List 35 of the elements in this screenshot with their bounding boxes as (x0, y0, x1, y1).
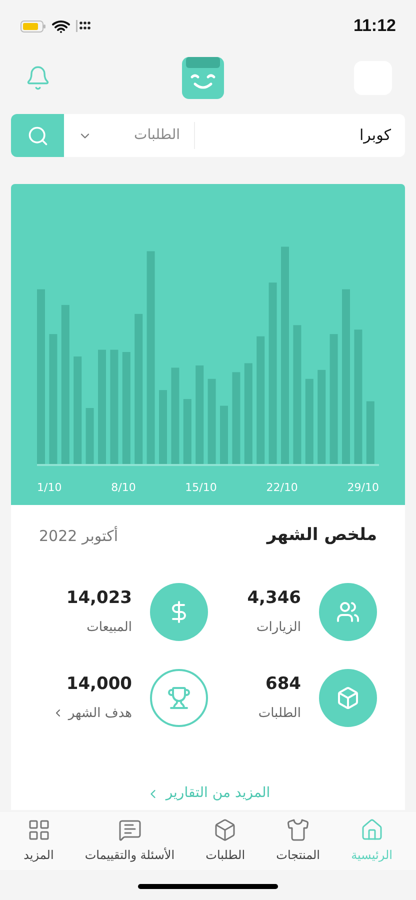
battery-icon (20, 20, 46, 32)
axis-label: 15/10 (185, 480, 217, 496)
wifi-icon (52, 20, 70, 32)
stat-value: 684 (266, 673, 301, 696)
axis-label: 29/10 (347, 480, 379, 496)
summary-period: أكتوبر 2022 (39, 525, 118, 547)
tab[interactable]: المنتجات (276, 818, 320, 864)
bell-icon (25, 65, 51, 91)
status-time: 11:12 (353, 15, 396, 38)
stat-value: 14,023 (66, 587, 132, 610)
grid-icon (26, 818, 51, 842)
stat-label: الطلبات (258, 704, 301, 722)
goal-link[interactable]: هدف الشهر (52, 704, 132, 723)
search-icon (26, 124, 48, 146)
stat-value: 4,346 (247, 587, 301, 610)
axis-label: 22/10 (266, 480, 298, 496)
axis-label: 8/10 (111, 480, 136, 496)
axis-label: 1/10 (37, 480, 62, 496)
logo-icon (182, 57, 224, 99)
home-icon (360, 818, 384, 842)
trophy-icon (150, 668, 208, 726)
tab[interactable]: الأسئلة والتقييمات (84, 818, 175, 864)
box-icon (213, 818, 238, 842)
stat-value: 14,000 (66, 673, 132, 696)
shirt-icon (286, 818, 310, 842)
scope-dropdown[interactable]: الطلبات (64, 114, 194, 157)
stat-label: الزيارات (256, 618, 301, 636)
search-field[interactable]: كوبرا (195, 114, 405, 157)
tab[interactable]: الطلبات (206, 818, 246, 864)
summary-title: ملخص الشهر (266, 524, 377, 547)
stat-label: المبيعات (86, 618, 132, 636)
search-button[interactable] (11, 114, 64, 157)
signal-icon (76, 20, 92, 32)
chat-icon (118, 818, 142, 842)
tab[interactable]: المزيد (24, 818, 54, 864)
